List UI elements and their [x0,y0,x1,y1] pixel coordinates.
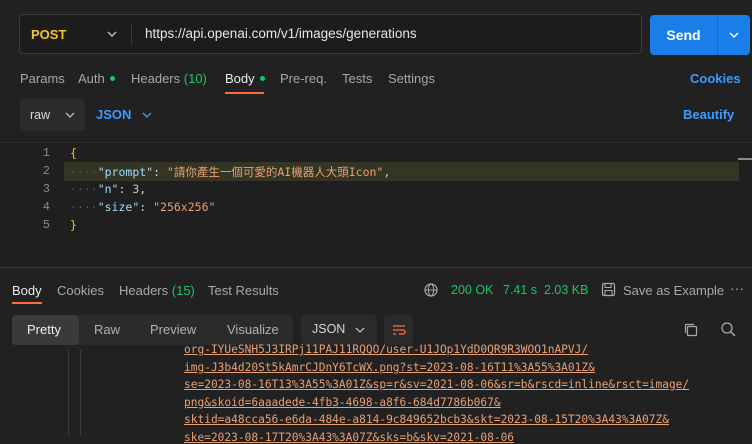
response-line[interactable]: se=2023-08-16T13%3A55%3A01Z&sp=r&sv=2021… [184,378,689,391]
tab-label: Settings [388,71,435,86]
more-options-icon[interactable]: ··· [730,280,744,296]
tab-label: Pre-req. [280,71,327,86]
json-line-size: ····"size": "256x256" [70,200,216,214]
format-label: JSON [312,322,346,336]
save-icon [601,282,616,297]
response-tab-body[interactable]: Body [12,283,42,298]
tab-label: Auth [78,71,105,86]
send-button[interactable]: Send [650,15,750,55]
tab-label: Headers [119,283,169,298]
response-format-select[interactable]: JSON [301,315,377,345]
tab-label: Body [225,71,255,86]
tab-settings[interactable]: Settings [388,71,435,86]
response-tab-cookies[interactable]: Cookies [57,283,104,298]
json-key: "prompt" [97,165,154,179]
tab-auth[interactable]: Auth [78,71,115,86]
view-tab-pretty[interactable]: Pretty [27,322,61,337]
line-number: 1 [42,146,50,160]
json-open-brace: { [70,146,77,160]
url-input[interactable]: https://api.openai.com/v1/images/generat… [145,26,417,41]
json-key: "size" [97,200,140,214]
response-line[interactable]: img-J3b4d20St5kAmrCJDnY6TcWX.png?st=2023… [184,361,595,374]
method-label: POST [31,26,67,42]
send-options-button[interactable] [718,15,750,55]
line-number: 2 [42,164,50,178]
status-code[interactable]: 200 OK [451,283,493,297]
wrap-icon [392,325,406,335]
json-string: "256x256" [153,200,216,214]
indent-guide [80,350,81,436]
chevron-down-icon [107,31,117,37]
response-tab-test-results[interactable]: Test Results [208,283,279,298]
chevron-down-icon [355,327,365,333]
response-line[interactable]: sktid=a48cca56-e6da-484e-a814-9c849652bc… [184,413,669,426]
cookies-link[interactable]: Cookies [690,71,741,86]
wrap-lines-button[interactable] [384,315,413,345]
json-key: "n" [97,182,119,196]
response-tab-headers[interactable]: Headers (15) [119,283,195,298]
chevron-down-icon [142,112,152,118]
active-tab-indicator [225,92,264,94]
response-line[interactable]: png&skoid=6aaadede-4fb3-4698-a8f6-684d77… [184,396,501,409]
scrollbar-marker [738,158,752,160]
view-tab-visualize[interactable]: Visualize [227,322,279,337]
tab-label: Tests [342,71,373,86]
response-size[interactable]: 2.03 KB [544,283,588,297]
view-tab-raw[interactable]: Raw [94,322,120,337]
tab-headers[interactable]: Headers (10) [131,71,207,86]
response-line[interactable]: ske=2023-08-17T20%3A43%3A07Z&sks=b&skv=2… [184,431,514,444]
save-as-example-button[interactable]: Save as Example [623,283,724,298]
tab-label: Params [20,71,65,86]
body-mode-label: raw [30,108,51,122]
response-view-tabs: Pretty Raw Preview Visualize [12,315,293,345]
tab-params[interactable]: Params [20,71,65,86]
view-tab-preview[interactable]: Preview [150,322,196,337]
chevron-down-icon [65,112,75,118]
status-dot [109,76,115,81]
tab-body[interactable]: Body [225,71,265,86]
json-line-prompt: ····"prompt": "請你產生一個可愛的AI機器人大頭Icon", [70,165,391,179]
copy-icon[interactable] [683,322,699,338]
json-number: 3 [132,182,140,196]
beautify-link[interactable]: Beautify [683,107,734,122]
tab-count: (10) [183,71,207,86]
body-mode-select[interactable]: raw [20,99,85,131]
tab-count: (15) [171,283,195,298]
tab-label: Headers [131,71,181,86]
search-icon[interactable] [720,321,737,338]
response-line[interactable]: org-IYUeSNH5J3IRPj11PAJ11RQQO/user-U1JOp… [184,343,588,356]
line-number: 4 [42,200,50,214]
language-select[interactable]: JSON [96,107,156,123]
json-line-n: ····"n": 3, [70,182,147,196]
send-label: Send [666,27,701,43]
divider [131,23,132,45]
language-label: JSON [96,107,132,122]
line-number: 5 [42,218,50,232]
json-close-brace: } [70,218,77,232]
tab-prereq[interactable]: Pre-req. [280,71,327,86]
method-select[interactable]: POST [20,15,131,53]
active-tab-indicator [12,302,42,304]
response-time[interactable]: 7.41 s [503,283,537,297]
chevron-down-icon [729,32,739,38]
status-dot [259,76,265,81]
globe-icon[interactable] [423,282,439,298]
line-number: 3 [42,182,50,196]
indent-guide [68,350,69,436]
tab-tests[interactable]: Tests [342,71,372,86]
json-string: "請你產生一個可愛的AI機器人大頭Icon" [166,165,384,179]
url-bar: POST https://api.openai.com/v1/images/ge… [19,14,642,54]
